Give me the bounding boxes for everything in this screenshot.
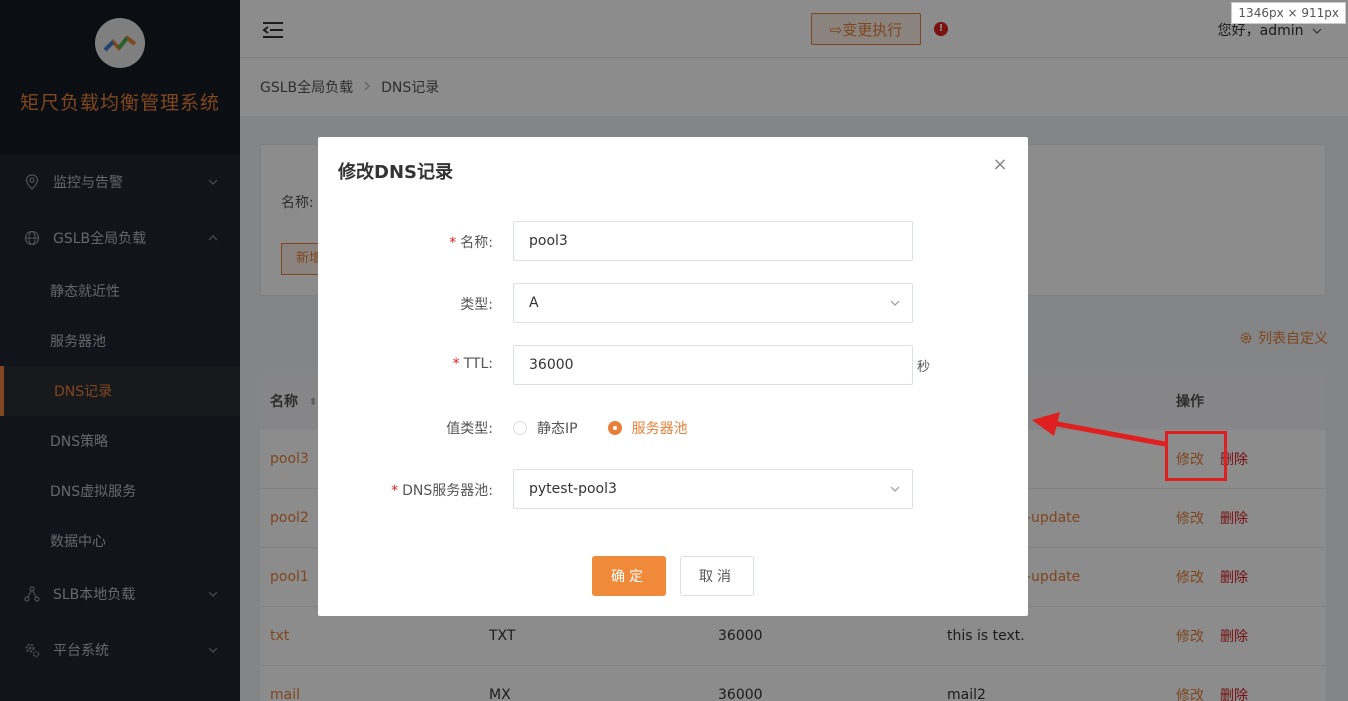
value-type-label: 值类型: bbox=[446, 421, 493, 437]
dns-pool-select-value: pytest-pool3 bbox=[529, 481, 617, 497]
form-row-ttl: * TTL: 36000 秒 bbox=[318, 345, 1028, 385]
annotation-arrow-icon bbox=[1032, 412, 1166, 447]
radio-checked-icon bbox=[607, 421, 622, 435]
dialog-title: 修改DNS记录 bbox=[338, 162, 453, 183]
ttl-label: * TTL: bbox=[452, 356, 493, 372]
edit-dns-record-dialog: 修改DNS记录 × * 名称: pool3 类型: A * TTL: 36000 秒… bbox=[318, 137, 1028, 616]
confirm-button[interactable]: 确定 bbox=[592, 556, 666, 596]
type-select[interactable]: A bbox=[513, 283, 913, 323]
dns-pool-label: * DNS服务器池: bbox=[391, 483, 493, 499]
form-row-dns-pool: * DNS服务器池: pytest-pool3 bbox=[318, 469, 1028, 509]
form-row-type: 类型: A bbox=[318, 283, 1028, 323]
chevron-down-icon bbox=[890, 300, 900, 306]
ttl-input[interactable]: 36000 bbox=[513, 345, 913, 385]
cancel-button[interactable]: 取消 bbox=[680, 556, 754, 596]
type-label: 类型: bbox=[460, 297, 493, 313]
name-input[interactable]: pool3 bbox=[513, 221, 913, 261]
ttl-unit: 秒 bbox=[917, 360, 931, 375]
form-row-value-type: 值类型: 静态IP 服务器池 bbox=[318, 407, 1028, 447]
type-select-value: A bbox=[529, 295, 539, 311]
value-type-radio-group: 静态IP 服务器池 bbox=[513, 418, 718, 438]
form-row-name: * 名称: pool3 bbox=[318, 221, 1028, 261]
name-label: * 名称: bbox=[449, 235, 493, 251]
close-icon[interactable]: × bbox=[992, 156, 1008, 174]
annotation-highlight-box bbox=[1165, 431, 1227, 481]
radio-circle-icon bbox=[513, 421, 527, 435]
radio-server-pool[interactable]: 服务器池 bbox=[607, 418, 688, 438]
chevron-down-icon bbox=[890, 486, 900, 492]
radio-static-ip[interactable]: 静态IP bbox=[513, 418, 578, 438]
dimension-tag: 1346px × 911px bbox=[1231, 2, 1346, 24]
dns-pool-select[interactable]: pytest-pool3 bbox=[513, 469, 913, 509]
